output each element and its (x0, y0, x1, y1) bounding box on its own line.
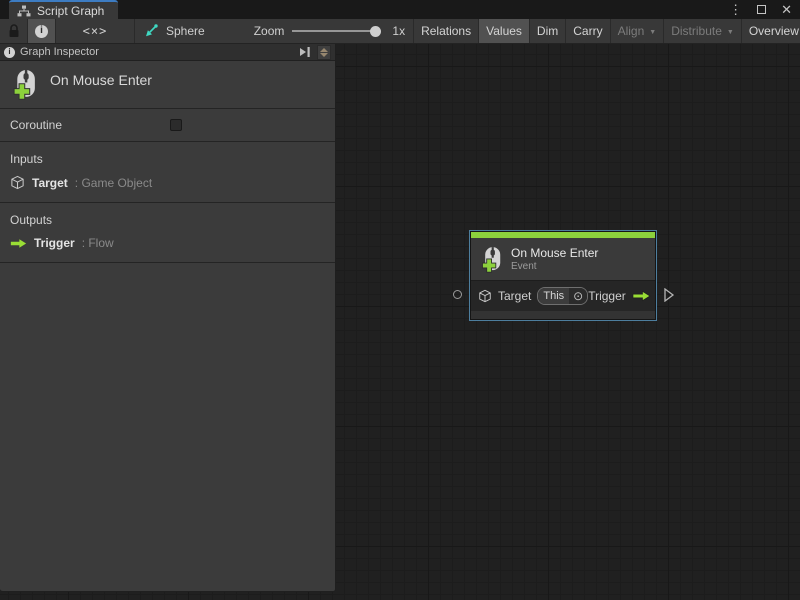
inputs-header: Inputs (10, 152, 325, 166)
info-icon: i (4, 47, 15, 58)
toolbar-button-label: Align (618, 24, 645, 38)
node-title: On Mouse Enter (511, 246, 598, 261)
toolbar-button-label: Values (486, 24, 522, 38)
lock-icon (7, 23, 21, 39)
node-output-port: Trigger (588, 289, 651, 303)
tab-title: Script Graph (37, 4, 104, 18)
close-icon[interactable]: ✕ (781, 3, 792, 16)
toolbar-button-label: Dim (537, 24, 558, 38)
toolbar-button-align[interactable]: Align ▼ (611, 19, 664, 43)
toolbar-button-label: Carry (573, 24, 602, 38)
output-port-type: : Flow (82, 236, 114, 250)
node-subtitle: Event (511, 261, 598, 273)
inspector-toggle-button[interactable]: i (28, 19, 55, 43)
input-port-row: Target : Game Object (10, 175, 325, 190)
outputs-header: Outputs (10, 213, 325, 227)
toolbar-left-group: i <×> (0, 19, 135, 43)
output-port-label: Trigger (588, 289, 626, 303)
inputs-section: Inputs Target : Game Object (0, 142, 335, 202)
dock-panel-icon[interactable] (299, 45, 312, 59)
dropdown-arrow-icon: ▼ (727, 29, 734, 36)
zoom-slider-track (292, 30, 376, 32)
target-value-text: This (538, 288, 569, 304)
window-controls: ⋮ ✕ (729, 0, 792, 19)
object-picker-icon[interactable]: ⊙ (569, 288, 587, 304)
window-menu-icon[interactable]: ⋮ (729, 3, 742, 16)
input-port-name: Target (32, 176, 68, 190)
node-header[interactable]: On Mouse Enter Event (471, 238, 655, 280)
unity-script-graph-window: Script Graph ⋮ ✕ i < (0, 0, 800, 600)
zoom-value: 1x (392, 24, 405, 38)
zoom-label: Zoom (254, 24, 285, 38)
node-footer (471, 311, 655, 319)
flow-arrow-icon (10, 238, 27, 249)
graph-inspector-panel: i Graph Inspector (0, 44, 336, 592)
zoom-control: Zoom 1x (254, 24, 405, 38)
zoom-slider[interactable] (292, 24, 384, 38)
inspector-empty-area (0, 263, 335, 591)
toolbar-button-label: Distribute (671, 24, 722, 38)
node-input-connection-port[interactable] (453, 290, 462, 299)
node-output-connection-port[interactable] (663, 288, 675, 302)
scroll-down-icon[interactable] (320, 53, 328, 57)
input-port-type: : Game Object (75, 176, 152, 190)
on-mouse-enter-node[interactable]: On Mouse Enter Event Target This ⊙ (469, 230, 657, 321)
dropdown-arrow-icon: ▼ (649, 29, 656, 36)
graph-target-icon (143, 23, 159, 39)
code-brackets-icon: <×> (83, 24, 108, 38)
graph-hierarchy-icon (17, 5, 31, 17)
tab-script-graph[interactable]: Script Graph (9, 0, 118, 19)
mouse-event-icon (10, 69, 37, 100)
node-port-row: Target This ⊙ Trigger (471, 281, 655, 311)
inspector-event-title: On Mouse Enter (50, 72, 152, 88)
info-icon: i (35, 25, 48, 38)
panel-scroll-buttons[interactable] (317, 45, 331, 60)
toolbar-context-group: Sphere Zoom 1x (135, 19, 413, 43)
output-port-name: Trigger (34, 236, 75, 250)
flow-arrow-icon[interactable] (632, 290, 651, 302)
graph-toolbar: i <×> Sphere Zoom (0, 19, 800, 44)
target-value-chip[interactable]: This ⊙ (537, 287, 588, 305)
graph-target-label[interactable]: Sphere (166, 24, 205, 38)
toolbar-button-overview[interactable]: Overview (742, 19, 800, 43)
cube-icon (478, 289, 492, 303)
inspector-event-section: On Mouse Enter (0, 61, 335, 108)
toolbar-button-label: Overview (749, 24, 799, 38)
coroutine-row: Coroutine (0, 109, 335, 141)
toolbar-right-group: Relations Values Dim Carry Align ▼ Distr… (413, 19, 800, 43)
maximize-icon[interactable] (757, 5, 766, 14)
inspector-header[interactable]: i Graph Inspector (0, 44, 335, 61)
coroutine-checkbox[interactable] (170, 119, 182, 131)
input-port-label: Target (498, 289, 531, 303)
inspector-header-title: Graph Inspector (20, 46, 294, 58)
zoom-slider-knob[interactable] (370, 26, 381, 37)
toolbar-button-label: Relations (421, 24, 471, 38)
toolbar-button-dim[interactable]: Dim (530, 19, 565, 43)
toolbar-button-carry[interactable]: Carry (566, 19, 609, 43)
tab-bar: Script Graph ⋮ ✕ (0, 0, 800, 19)
output-port-row: Trigger : Flow (10, 236, 325, 250)
toolbar-button-relations[interactable]: Relations (414, 19, 478, 43)
cube-icon (10, 175, 25, 190)
toolbar-button-values[interactable]: Values (479, 19, 529, 43)
mouse-event-icon (479, 246, 502, 273)
variables-toggle-button[interactable]: <×> (56, 19, 134, 43)
toolbar-button-distribute[interactable]: Distribute ▼ (664, 19, 741, 43)
scroll-up-icon[interactable] (320, 48, 328, 52)
coroutine-label: Coroutine (10, 118, 62, 132)
lock-button[interactable] (0, 19, 27, 43)
node-input-port: Target This ⊙ (478, 287, 588, 305)
outputs-section: Outputs Trigger : Flow (0, 203, 335, 262)
